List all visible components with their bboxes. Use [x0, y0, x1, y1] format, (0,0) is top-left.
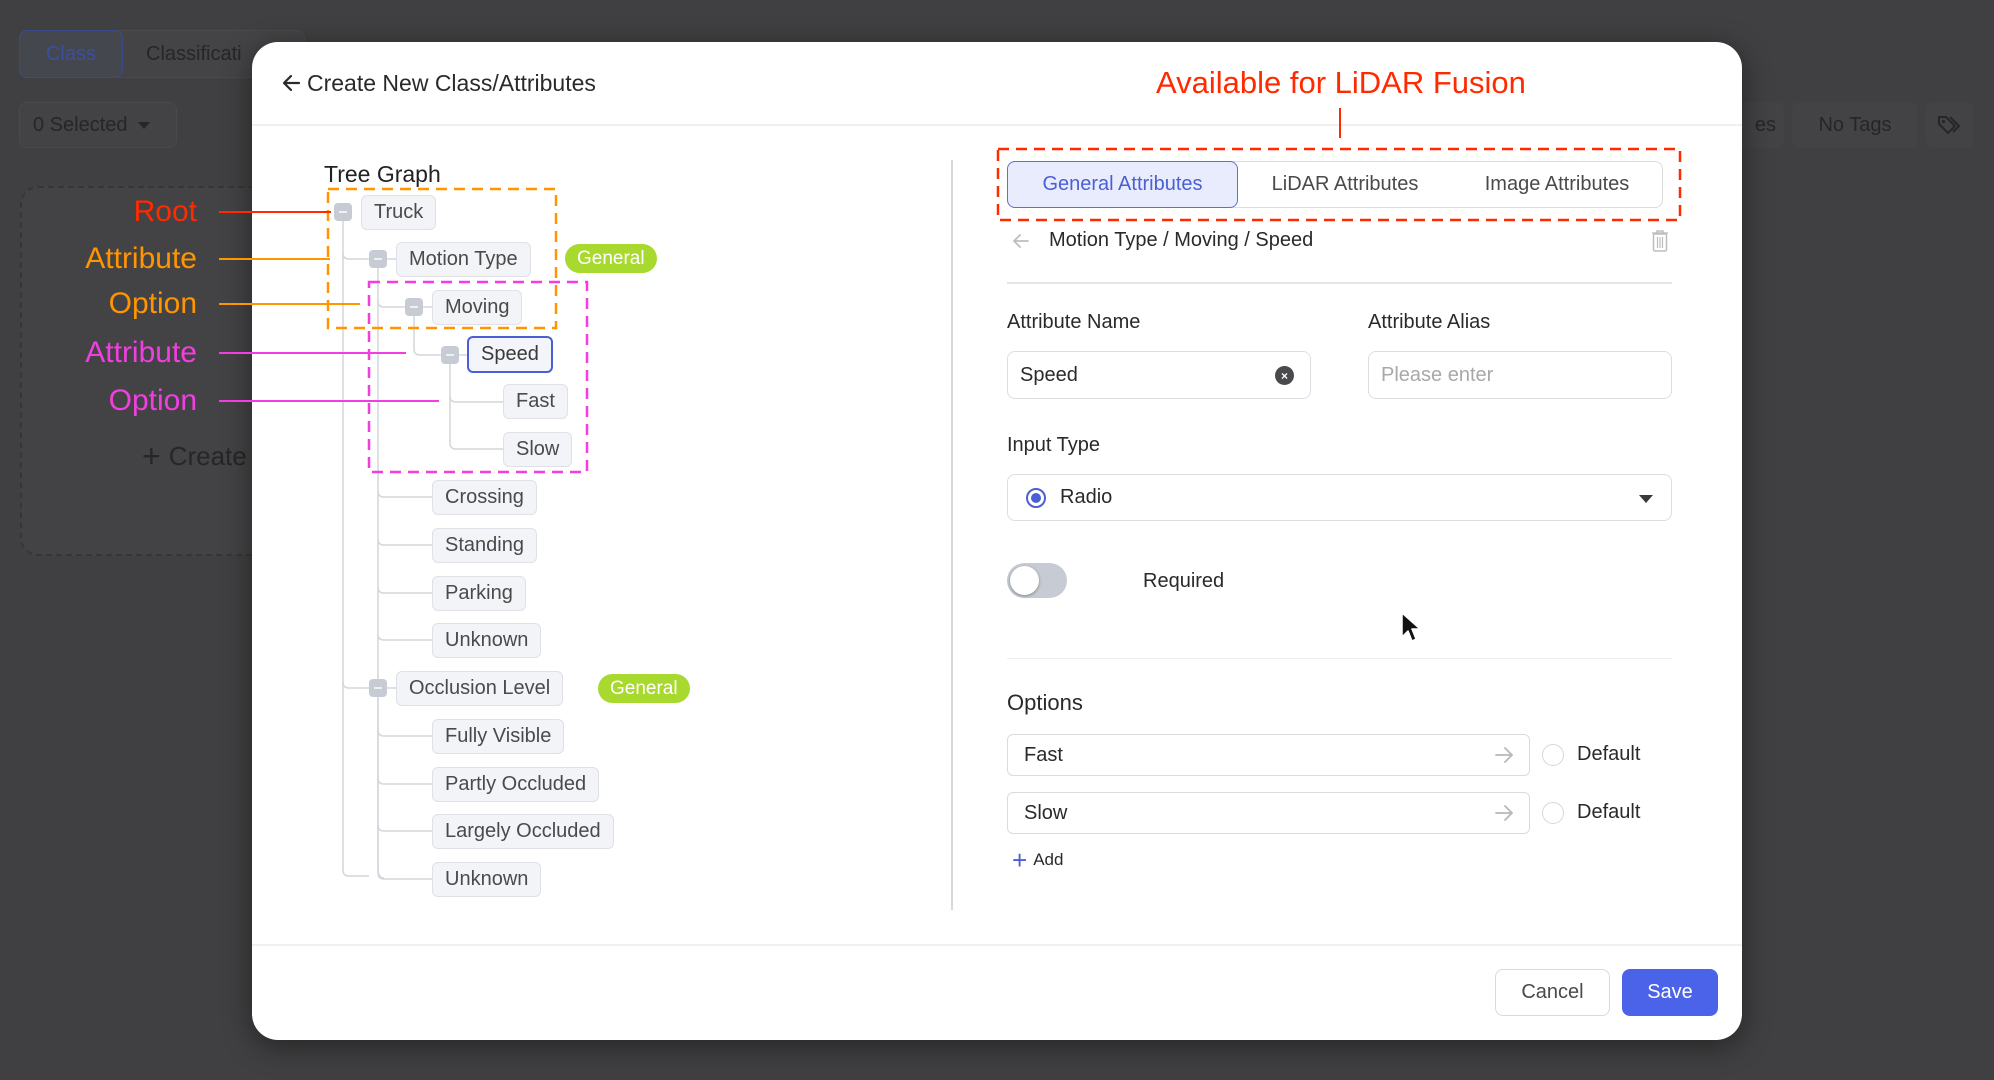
default-radio[interactable]: [1542, 744, 1564, 766]
required-toggle[interactable]: [1007, 563, 1067, 598]
input-type-label: Input Type: [1007, 434, 1101, 456]
tree-node-unknown[interactable]: Unknown: [432, 623, 542, 658]
required-label: Required: [1143, 570, 1225, 592]
general-badge: General: [598, 674, 690, 703]
arrow-right-icon[interactable]: [1493, 802, 1515, 824]
annotation-root: Root: [133, 195, 197, 228]
tab-general-attributes[interactable]: General Attributes: [1007, 161, 1238, 208]
tab-lidar-attributes[interactable]: LiDAR Attributes: [1238, 162, 1452, 207]
arrow-right-icon[interactable]: [1493, 744, 1515, 766]
column-divider: [951, 160, 953, 910]
breadcrumb: Motion Type / Moving / Speed: [1049, 229, 1314, 251]
bg-selected-dropdown[interactable]: 0 Selected: [19, 102, 177, 148]
caret-down-icon: [137, 121, 150, 129]
option-input-fast[interactable]: Fast: [1007, 734, 1530, 776]
tree-node-partly-occluded[interactable]: Partly Occluded: [432, 767, 600, 802]
tree-node-fast[interactable]: Fast: [503, 384, 568, 419]
bg-create-label: Create: [168, 441, 247, 471]
bg-tab-classification[interactable]: Classificati: [146, 30, 242, 78]
option-value: Fast: [1024, 743, 1063, 766]
tree-node-truck[interactable]: Truck: [361, 195, 437, 230]
input-type-value: Radio: [1060, 486, 1113, 508]
general-badge: General: [565, 244, 657, 273]
tree-node-fully-visible[interactable]: Fully Visible: [432, 719, 565, 754]
collapse-toggle-icon[interactable]: [369, 250, 387, 268]
default-label: Default: [1577, 743, 1641, 765]
caret-down-icon: [1639, 495, 1653, 503]
cancel-button[interactable]: Cancel: [1495, 969, 1610, 1016]
tree-node-motion-type[interactable]: Motion Type: [396, 242, 531, 277]
annotation-lidar-fusion: Available for LiDAR Fusion: [1156, 65, 1526, 100]
input-type-select[interactable]: Radio: [1007, 474, 1672, 521]
collapse-toggle-icon[interactable]: [369, 679, 387, 697]
tree-node-moving[interactable]: Moving: [432, 290, 523, 325]
bg-no-tags-button[interactable]: No Tags: [1792, 102, 1918, 148]
tree-node-parking[interactable]: Parking: [432, 576, 526, 611]
options-label: Options: [1007, 690, 1083, 715]
tag-icon: [1938, 116, 1960, 134]
add-option-button[interactable]: + Add: [1012, 845, 1064, 875]
tree-node-slow[interactable]: Slow: [503, 432, 573, 467]
tree-node-occlusion-level[interactable]: Occlusion Level: [396, 671, 564, 706]
attribute-alias-input[interactable]: Please enter: [1368, 351, 1672, 399]
add-option-label: Add: [1033, 850, 1064, 869]
collapse-toggle-icon[interactable]: [334, 203, 352, 221]
tree-graph-title: Tree Graph: [324, 161, 441, 187]
option-input-slow[interactable]: Slow: [1007, 792, 1530, 834]
option-value: Slow: [1024, 801, 1068, 824]
annotation-attribute-2: Attribute: [85, 336, 197, 369]
attribute-name-label: Attribute Name: [1007, 311, 1141, 333]
tree-node-unknown[interactable]: Unknown: [432, 862, 542, 897]
breadcrumb-back-icon[interactable]: [1010, 230, 1032, 252]
mouse-cursor-icon: [1401, 612, 1421, 642]
annotation-option-1: Option: [108, 287, 197, 320]
header-divider: [252, 124, 1742, 126]
save-button[interactable]: Save: [1622, 969, 1718, 1016]
collapse-toggle-icon[interactable]: [441, 346, 459, 364]
tree-node-speed[interactable]: Speed: [467, 336, 553, 373]
toggle-knob: [1010, 566, 1039, 595]
attribute-tabs: General Attributes LiDAR Attributes Imag…: [1007, 161, 1663, 208]
default-radio[interactable]: [1542, 802, 1564, 824]
annotation-attribute-1: Attribute: [85, 242, 197, 275]
trash-icon[interactable]: [1650, 229, 1670, 253]
collapse-toggle-icon[interactable]: [405, 298, 423, 316]
tree-node-largely-occluded[interactable]: Largely Occluded: [432, 814, 614, 849]
modal-title: Create New Class/Attributes: [307, 70, 596, 96]
attribute-alias-label: Attribute Alias: [1368, 311, 1491, 333]
plus-icon: +: [1012, 845, 1028, 875]
section-divider: [1007, 658, 1672, 659]
breadcrumb-divider: [1007, 282, 1672, 284]
annotation-option-2: Option: [108, 384, 197, 417]
bg-tag-button[interactable]: [1926, 102, 1974, 148]
clear-icon[interactable]: ×: [1275, 366, 1294, 385]
attribute-name-value: Speed: [1020, 363, 1078, 386]
bg-create-button[interactable]: + Create: [142, 438, 247, 475]
tree-node-crossing[interactable]: Crossing: [432, 480, 537, 515]
default-label: Default: [1577, 801, 1641, 823]
radio-type-icon: [1026, 487, 1046, 508]
plus-icon: +: [142, 438, 161, 474]
bg-selected-label: 0 Selected: [33, 113, 128, 136]
bg-tab-class[interactable]: Class: [19, 30, 123, 78]
attribute-name-input[interactable]: Speed ×: [1007, 351, 1311, 399]
tree-node-standing[interactable]: Standing: [432, 528, 537, 563]
attribute-alias-placeholder: Please enter: [1381, 363, 1494, 386]
footer-divider: [252, 944, 1742, 946]
back-arrow-icon[interactable]: [279, 70, 305, 96]
tab-image-attributes[interactable]: Image Attributes: [1452, 162, 1662, 207]
